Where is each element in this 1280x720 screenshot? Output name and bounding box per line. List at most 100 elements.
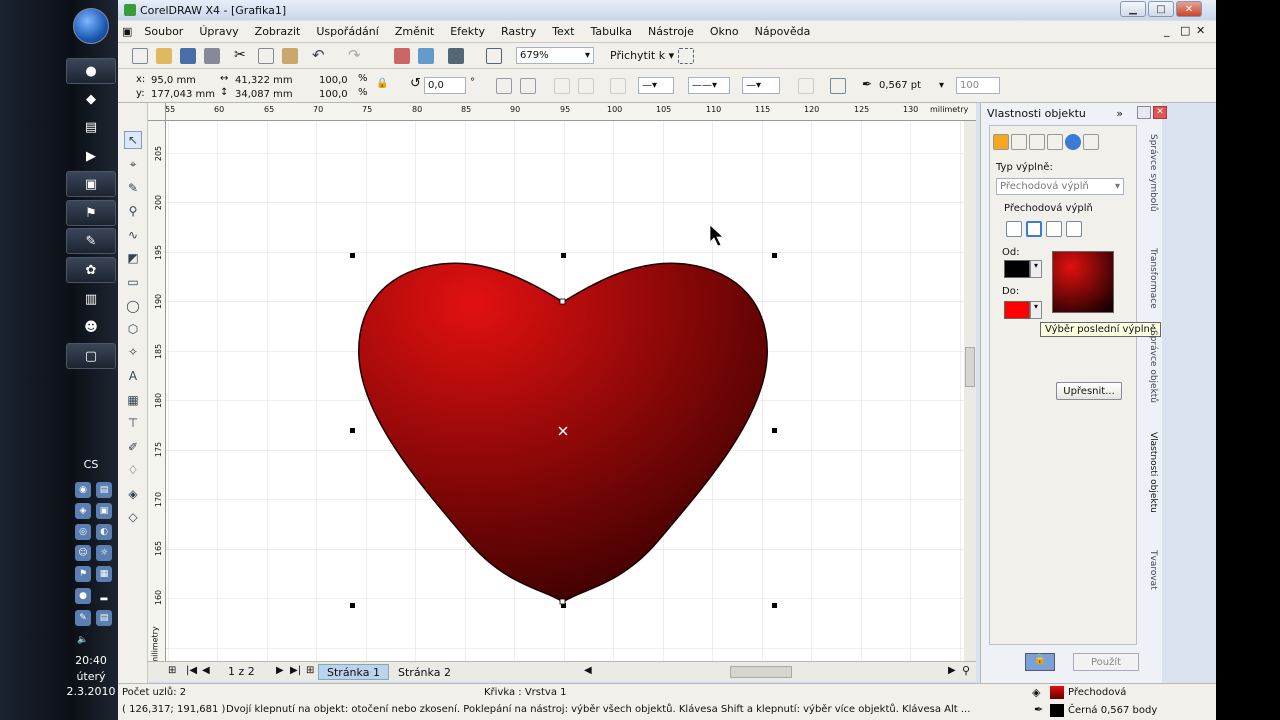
doc-minimize-button[interactable]: _: [1164, 24, 1170, 37]
eyedropper-icon[interactable]: ✐: [124, 438, 142, 456]
folder-taskbar-icon[interactable]: ▣: [66, 171, 116, 197]
crop-tool-icon[interactable]: ✎: [124, 179, 142, 197]
drawing-canvas[interactable]: [166, 121, 964, 661]
height-field[interactable]: 34,087 mm: [232, 86, 302, 103]
rotation-angle-field[interactable]: 0,0: [424, 77, 466, 94]
menu-tabulka[interactable]: Tabulka: [582, 25, 640, 38]
menu-efekty[interactable]: Efekty: [442, 25, 493, 38]
print-icon[interactable]: [204, 48, 220, 64]
vertical-ruler[interactable]: 205 200 195 190 185 180 175 170 165 160 …: [148, 121, 166, 665]
smoothness-field[interactable]: 100: [956, 77, 1000, 94]
start-arrow-select[interactable]: —▾: [638, 77, 674, 94]
tab-symbol-manager[interactable]: Správce symbolů: [1148, 134, 1158, 212]
selection-handle[interactable]: [350, 253, 355, 258]
network-icon[interactable]: ▂: [96, 588, 112, 604]
last-page-button[interactable]: ▶|: [290, 665, 301, 676]
to-color-dropdown[interactable]: ▾: [1030, 301, 1042, 319]
menu-soubor[interactable]: Soubor: [136, 25, 191, 38]
shape-tool-icon[interactable]: ⌖: [124, 155, 142, 173]
summary-tab-icon[interactable]: [1047, 134, 1063, 150]
media-taskbar-icon[interactable]: ▶: [66, 143, 116, 169]
node-handle[interactable]: [559, 298, 566, 305]
fill-type-select[interactable]: Přechodová výplň ▾: [996, 178, 1124, 195]
zoom-navigator-icon[interactable]: ⚲: [962, 664, 970, 677]
selection-handle[interactable]: [350, 428, 355, 433]
general-tab-icon[interactable]: [1029, 134, 1045, 150]
tab-page-2[interactable]: Stránka 2: [390, 664, 459, 680]
selection-handle[interactable]: [350, 603, 355, 608]
tab-object-properties[interactable]: Vlastnosti objektu: [1148, 432, 1158, 513]
lock-apply-button[interactable]: 🔒: [1025, 653, 1055, 671]
tray-icon[interactable]: ◈: [75, 503, 91, 519]
doc-restore-button[interactable]: □: [1180, 24, 1190, 37]
fill-tool-icon[interactable]: ◈: [124, 485, 142, 503]
menu-zobrazit[interactable]: Zobrazit: [247, 25, 309, 38]
scroll-thumb[interactable]: [965, 347, 975, 387]
polygon-tool-icon[interactable]: ⬡: [124, 320, 142, 338]
flag-taskbar-icon[interactable]: ⚑: [66, 200, 116, 226]
tray-icon[interactable]: ◉: [75, 482, 91, 498]
tray-icon[interactable]: ☼: [96, 545, 112, 561]
next-page-button[interactable]: ▶: [276, 665, 284, 676]
chrome-taskbar-icon[interactable]: ●: [66, 58, 116, 84]
first-page-button[interactable]: |◀: [186, 665, 197, 676]
close-curve-icon[interactable]: [798, 78, 814, 94]
wrap-text-icon[interactable]: [610, 78, 626, 94]
options-icon[interactable]: [678, 48, 694, 64]
language-indicator[interactable]: CS: [66, 458, 116, 471]
refine-button[interactable]: Upřesnit...: [1056, 382, 1122, 400]
menu-usporadani[interactable]: Uspořádání: [308, 25, 387, 38]
document-taskbar-icon[interactable]: ▤: [66, 114, 116, 140]
tray-icon[interactable]: ◐: [96, 524, 112, 540]
interactive-fill-icon[interactable]: ◇: [124, 508, 142, 526]
window-taskbar-icon[interactable]: ▢: [66, 343, 116, 369]
selection-handle[interactable]: [772, 428, 777, 433]
tab-transform[interactable]: Transformace: [1148, 248, 1158, 309]
maximize-button[interactable]: □: [1148, 1, 1174, 17]
tab-object-manager[interactable]: Správce objektů: [1148, 330, 1158, 403]
import-icon[interactable]: [394, 48, 410, 64]
app-launcher-icon[interactable]: [448, 48, 464, 64]
radial-gradient-icon[interactable]: [1026, 221, 1042, 237]
docker-close-button[interactable]: ✕: [1153, 106, 1167, 119]
tray-icon[interactable]: ◎: [75, 524, 91, 540]
tray-icon[interactable]: ●: [75, 588, 91, 604]
break-apart-icon[interactable]: [578, 78, 594, 94]
snap-to-button[interactable]: Přichytit k ▾: [610, 49, 674, 62]
clock-time[interactable]: 20:40: [66, 654, 116, 667]
tray-icon[interactable]: ▣: [96, 503, 112, 519]
menu-upravy[interactable]: Úpravy: [191, 25, 246, 38]
vertical-scrollbar[interactable]: [964, 121, 976, 661]
pen-taskbar-icon[interactable]: ✎: [66, 228, 116, 254]
scale-height-field[interactable]: 100,0: [316, 86, 356, 103]
outline-tool-icon[interactable]: ♢: [124, 461, 142, 479]
export-icon[interactable]: [418, 48, 434, 64]
tab-shaping[interactable]: Tvarovat: [1148, 550, 1158, 590]
to-color-swatch[interactable]: [1004, 301, 1030, 319]
redo-icon[interactable]: ↷: [348, 46, 361, 64]
fill-tab-icon[interactable]: [993, 134, 1009, 150]
fill-color-indicator[interactable]: [1050, 686, 1064, 699]
smart-fill-icon[interactable]: ◩: [124, 249, 142, 267]
selection-handle[interactable]: [561, 253, 566, 258]
tray-icon[interactable]: ☺: [75, 545, 91, 561]
outline-color-indicator[interactable]: [1050, 704, 1064, 717]
menu-zmenit[interactable]: Změnit: [387, 25, 442, 38]
doc-close-button[interactable]: ✕: [1196, 24, 1205, 37]
chart-taskbar-icon[interactable]: ▥: [66, 286, 116, 312]
app-taskbar-icon[interactable]: ◆: [66, 86, 116, 112]
end-arrow-select[interactable]: —▾: [742, 77, 780, 94]
open-icon[interactable]: [156, 48, 172, 64]
internet-tab-icon[interactable]: [1065, 134, 1081, 150]
document-menu-icon[interactable]: ▣: [118, 25, 136, 38]
undo-icon[interactable]: ↶: [312, 46, 325, 64]
horizontal-scroll-thumb[interactable]: [730, 666, 792, 678]
minimize-button[interactable]: ▁: [1120, 1, 1146, 17]
menu-rastry[interactable]: Rastry: [493, 25, 544, 38]
cut-icon[interactable]: ✂: [234, 47, 246, 63]
basic-shapes-icon[interactable]: ✧: [124, 343, 142, 361]
from-color-swatch[interactable]: [1004, 260, 1030, 278]
tray-icon[interactable]: ▦: [96, 566, 112, 582]
add-page-end-icon[interactable]: ⊞: [306, 665, 314, 676]
tab-page-1[interactable]: Stránka 1: [318, 664, 389, 680]
